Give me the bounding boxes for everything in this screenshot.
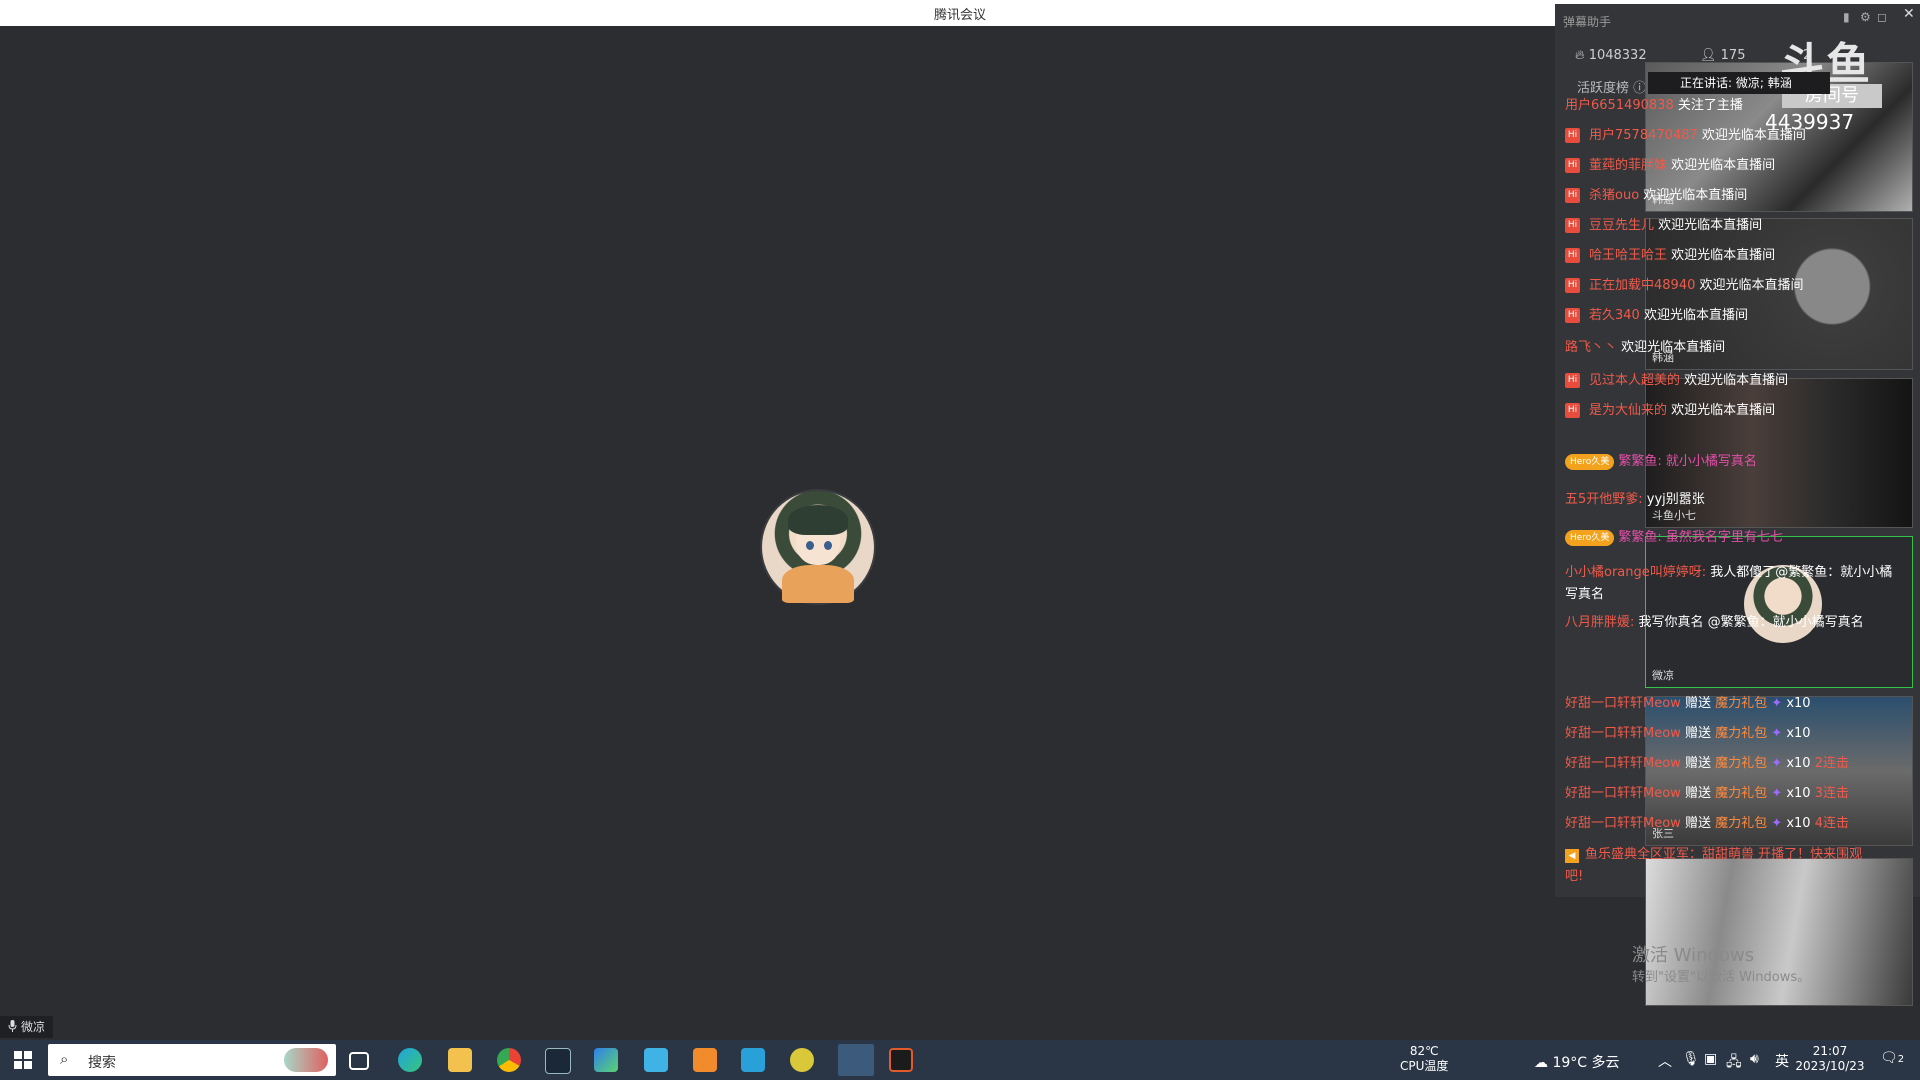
list-item: 小小橘orange叫婷婷呀: 我人都傻了@繁繁鱼：就小小橘写真名 (1565, 565, 1893, 602)
cpu-temp[interactable]: 82℃ CPU温度 (1400, 1044, 1448, 1074)
mic-icon (8, 1020, 17, 1032)
hi-icon: Hi (1565, 278, 1580, 293)
hi-icon: Hi (1565, 248, 1580, 263)
gift-item: 好甜一口轩轩Meow 赠送 魔力礼包 ✦ x10 2连击 (1565, 756, 1849, 771)
activate-windows-watermark: 激活 Windows 转到"设置"以激活 Windows。 (1632, 945, 1811, 985)
mic-name: 微凉 (21, 1020, 46, 1034)
mic-tray-icon[interactable]: 🎙︎ (1682, 1051, 1700, 1067)
hi-icon: Hi (1565, 158, 1580, 173)
screen-icon[interactable]: ▣ (1704, 1051, 1717, 1067)
steam-icon[interactable] (545, 1048, 571, 1074)
gift-icon: ✦ (1771, 726, 1783, 741)
flame-icon: 🔥︎ (1575, 48, 1585, 63)
list-item: Hero久美 繁繁鱼: 就小小橘写真名 (1565, 450, 1757, 470)
speaker-icon: ◀ (1565, 849, 1579, 863)
taskbar: ⌕ 搜索 82℃ CPU温度 ☁ 19°C 多云 ︿ 🎙︎ ▣ 🖧︎ 🔊︎ 英 … (0, 1040, 1920, 1080)
meeting-stage (0, 26, 1556, 1040)
list-item: Hi 正在加载中48940 欢迎光临本直播间 (1565, 274, 1804, 293)
chrome-icon[interactable] (497, 1048, 521, 1072)
gift-item: 好甜一口轩轩Meow 赠送 魔力礼包 ✦ x10 4连击 (1565, 816, 1849, 831)
announce-item: ◀ 鱼乐盛典全区亚军：甜甜萌兽 开播了！快来围观吧! (1565, 847, 1863, 884)
list-item: Hi 见过本人超美的 欢迎光临本直播间 (1565, 369, 1788, 388)
list-item: Hi 若久340 欢迎光临本直播间 (1565, 304, 1748, 323)
list-item: Hero久美 繁繁鱼: 虽然我名字里有七七 (1565, 526, 1783, 546)
list-item: Hi 用户7578470487 欢迎光临本直播间 (1565, 124, 1806, 143)
network-icon[interactable]: 🖧︎ (1726, 1051, 1742, 1075)
list-item: Hi 豆豆先生儿 欢迎光临本直播间 (1565, 214, 1762, 233)
list-item: 路飞丶丶 欢迎光临本直播间 (1565, 340, 1726, 355)
weather[interactable]: ☁ 19°C 多云 (1534, 1052, 1620, 1072)
hi-icon: Hi (1565, 308, 1580, 323)
restore-icon[interactable]: ◻ (1877, 10, 1887, 24)
speaking-bar: 正在讲话: 微凉; 韩涵 (1648, 72, 1830, 94)
app-s-icon[interactable] (741, 1048, 765, 1072)
hi-icon: Hi (1565, 188, 1580, 203)
gift-icon: ✦ (1771, 696, 1783, 711)
search-highlight-icon (284, 1048, 328, 1072)
gift-icon: ✦ (1771, 756, 1783, 771)
settings-icon[interactable]: ⚙ (1860, 10, 1871, 24)
list-item: Hi 杀猪ouo 欢迎光临本直播间 (1565, 184, 1747, 203)
panel-title: 弹幕助手 (1563, 15, 1612, 29)
hi-icon: Hi (1565, 373, 1580, 388)
gift-icon: ✦ (1771, 786, 1783, 801)
app-c-icon[interactable] (889, 1048, 913, 1072)
gift-item: 好甜一口轩轩Meow 赠送 魔力礼包 ✦ x10 (1565, 726, 1811, 741)
gift-item: 好甜一口轩轩Meow 赠送 魔力礼包 ✦ x10 (1565, 696, 1811, 711)
fan-badge: Hero久美 (1565, 453, 1615, 470)
edge-icon[interactable] (398, 1048, 422, 1072)
tencent-meeting-icon[interactable] (838, 1044, 874, 1076)
media-player-icon[interactable] (594, 1048, 618, 1072)
search-icon: ⌕ (60, 1050, 69, 1068)
close-icon[interactable]: ✕ (1903, 6, 1915, 22)
app-yellow-icon[interactable] (790, 1048, 814, 1072)
file-explorer-icon[interactable] (448, 1048, 472, 1072)
volume-icon[interactable]: 🔊︎ (1750, 1051, 1759, 1067)
heat-stat: 🔥︎ 1048332 (1575, 48, 1647, 63)
person-icon: 👤︎ (1700, 48, 1717, 63)
list-item: Hi 董莼的菲胖妹 欢迎光临本直播间 (1565, 154, 1775, 173)
clock[interactable]: 21:07 2023/10/23 (1795, 1044, 1865, 1074)
viewer-stat: 👤︎ 175 (1700, 48, 1746, 63)
list-item: 五5开他野爹: yyj别嚣张 (1565, 492, 1705, 507)
gift-icon: ✦ (1771, 816, 1783, 831)
app-orange-icon[interactable] (693, 1048, 717, 1072)
local-mic-badge: 微凉 (0, 1016, 54, 1038)
list-item: Hi 是为大仙来的 欢迎光临本直播间 (1565, 399, 1775, 418)
hi-icon: Hi (1565, 218, 1580, 233)
list-item: Hi 哈王哈王哈王 欢迎光临本直播间 (1565, 244, 1775, 263)
chevron-up-icon[interactable]: ︿ (1658, 1051, 1672, 1071)
pin-icon[interactable]: ▮ (1843, 10, 1850, 24)
windows-start-icon[interactable] (14, 1051, 32, 1069)
fan-badge: Hero久美 (1565, 529, 1615, 546)
hi-icon: Hi (1565, 403, 1580, 418)
bilibili-icon[interactable] (644, 1048, 668, 1072)
hi-icon: Hi (1565, 128, 1580, 143)
notification-icon[interactable]: 🗨︎2 (1880, 1050, 1904, 1066)
taskbar-search[interactable]: ⌕ 搜索 (48, 1044, 336, 1076)
user-avatar[interactable] (762, 491, 874, 603)
list-item: 八月胖胖媛: 我写你真名 @繁繁鱼：就小小橘写真名 (1565, 615, 1864, 630)
ime-indicator[interactable]: 英 (1775, 1051, 1789, 1071)
task-view-icon[interactable] (349, 1052, 369, 1070)
weather-icon: ☁ (1534, 1055, 1548, 1071)
gift-item: 好甜一口轩轩Meow 赠送 魔力礼包 ✦ x10 3连击 (1565, 786, 1849, 801)
list-item: 用户6651490838 关注了主播 (1565, 98, 1743, 113)
